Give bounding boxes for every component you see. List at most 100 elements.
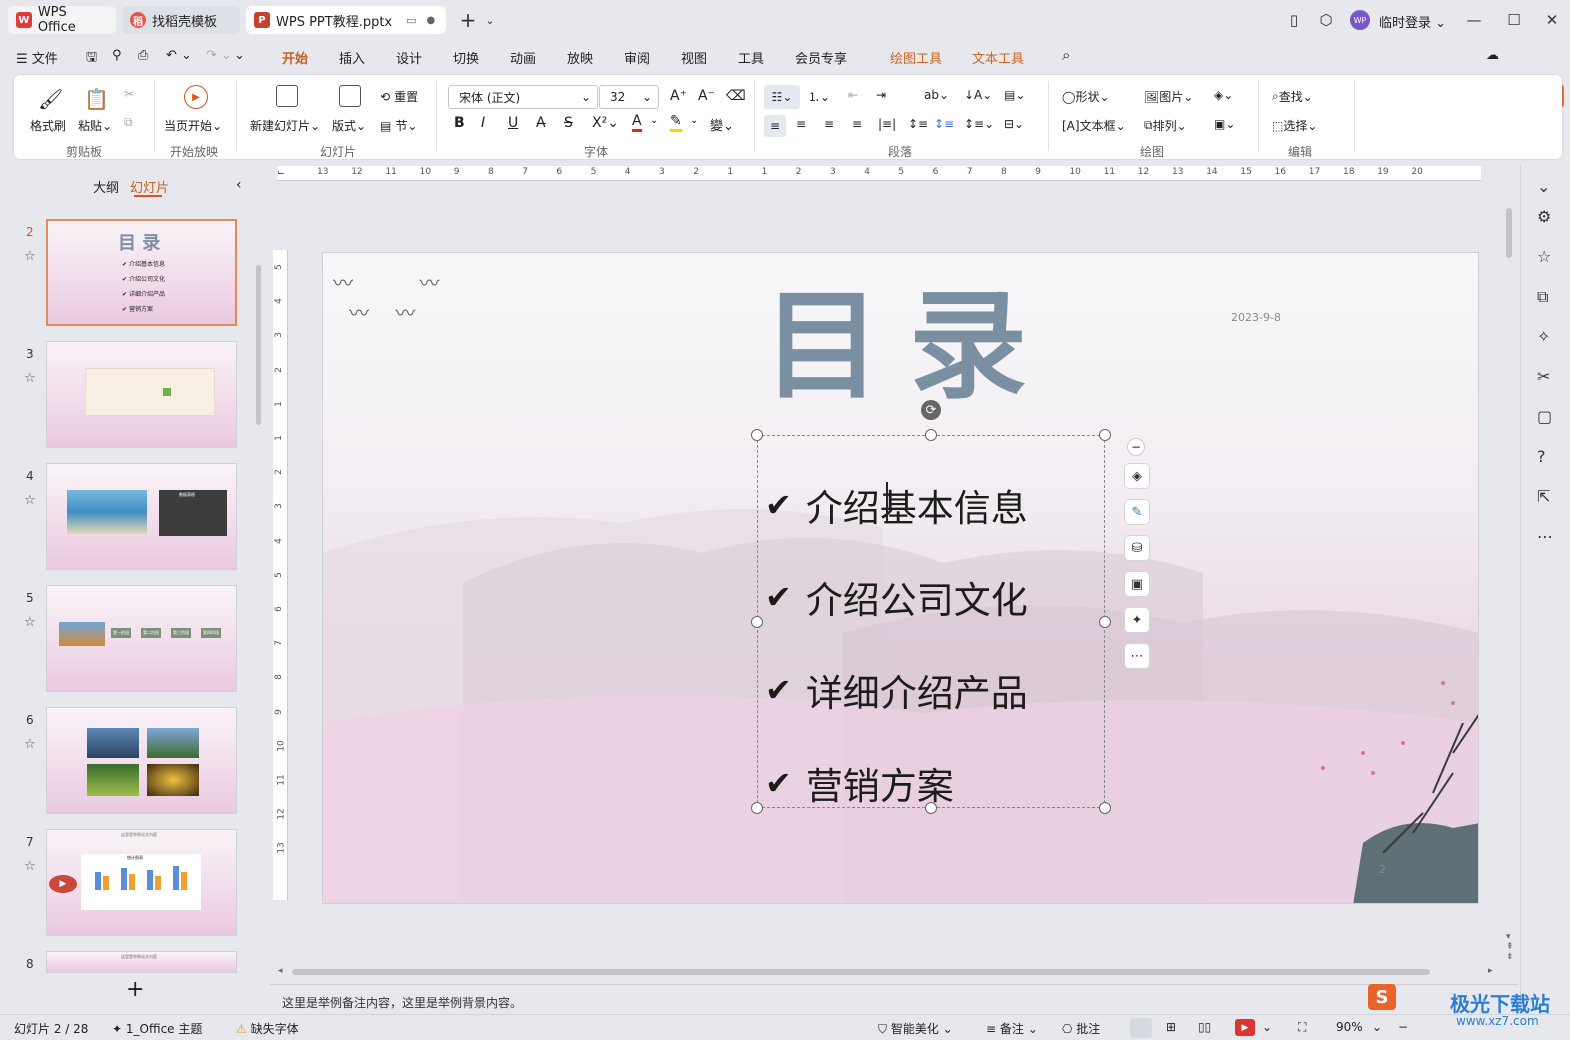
fill-icon[interactable]: ◈⌄ bbox=[1214, 88, 1233, 102]
slide-thumb-8[interactable]: 这里是举例论文内容 bbox=[46, 951, 237, 973]
tab-tools[interactable]: 工具 bbox=[738, 48, 764, 67]
align-center-icon[interactable]: ≡ bbox=[796, 117, 806, 131]
magic-wand-icon[interactable]: ✦ bbox=[1124, 607, 1150, 633]
italic-icon[interactable]: I bbox=[481, 115, 485, 131]
scroll-left-icon[interactable]: ◂ bbox=[278, 966, 283, 976]
notes-text[interactable]: 这里是举例备注内容，这里是举例背景内容。 bbox=[282, 994, 522, 1011]
align-left-icon[interactable]: ≡ bbox=[764, 115, 786, 137]
video-badge-icon[interactable]: ▶ bbox=[49, 875, 77, 893]
properties-icon[interactable]: ⚙ bbox=[1537, 207, 1551, 226]
star-icon[interactable]: ☆ bbox=[24, 859, 36, 874]
tab-slideshow[interactable]: 放映 bbox=[567, 48, 593, 67]
tab-outline[interactable]: 大纲 bbox=[93, 177, 119, 196]
comments-button[interactable]: ⎔ 批注 bbox=[1062, 1020, 1100, 1037]
strikethrough-icon[interactable]: S bbox=[564, 115, 573, 131]
fit-window-icon[interactable]: ⛶ bbox=[1298, 1020, 1306, 1035]
resize-handle[interactable] bbox=[1099, 429, 1111, 441]
share-link-icon[interactable]: ⚲ bbox=[112, 48, 122, 63]
fill-bucket-icon[interactable]: ⛁ bbox=[1124, 535, 1150, 561]
chevron-down-icon[interactable]: ⌄ bbox=[690, 115, 698, 126]
justify-icon[interactable]: ≡ bbox=[852, 117, 862, 131]
align-right-icon[interactable]: ≡ bbox=[824, 117, 834, 131]
pen-icon[interactable]: ✎ bbox=[1124, 499, 1150, 525]
play-button[interactable]: ▶ bbox=[1235, 1019, 1255, 1036]
animation-icon[interactable]: ✧ bbox=[1537, 327, 1550, 346]
more-icon[interactable]: ⋯ bbox=[1537, 527, 1553, 546]
copy-icon[interactable]: ⧉ bbox=[124, 115, 133, 130]
section-button[interactable]: ▤ 节 ⌄ bbox=[380, 117, 417, 134]
panel-scrollbar[interactable] bbox=[256, 265, 261, 425]
cut-icon[interactable]: ✂ bbox=[124, 87, 134, 101]
superscript-icon[interactable]: X²⌄ bbox=[592, 115, 619, 131]
resize-handle[interactable] bbox=[1099, 802, 1111, 814]
more-icon[interactable]: ⋯ bbox=[1124, 643, 1150, 669]
file-menu[interactable]: ☰ 文件 bbox=[16, 48, 58, 67]
resize-handle[interactable] bbox=[751, 429, 763, 441]
star-icon[interactable]: ☆ bbox=[1537, 247, 1551, 266]
arrange-button[interactable]: ⧉ 排列 ⌄ bbox=[1144, 117, 1187, 134]
tab-animation[interactable]: 动画 bbox=[510, 48, 536, 67]
toc-item[interactable]: ✔ 详细介绍产品 bbox=[765, 663, 1028, 717]
bullets-icon[interactable]: ☷⌄ bbox=[764, 85, 800, 109]
vertical-ruler[interactable]: 5 4 3 2 1 1 2 3 4 5 6 7 8 9 10 11 12 13 bbox=[273, 250, 288, 900]
star-icon[interactable]: ☆ bbox=[24, 249, 36, 264]
search-icon[interactable]: ⌕ bbox=[1062, 46, 1070, 64]
resize-handle[interactable] bbox=[1099, 616, 1111, 628]
undo-icon[interactable]: ↶ ⌄ bbox=[166, 48, 192, 63]
font-name-select[interactable]: 宋体 (正文) ⌄ bbox=[448, 85, 598, 109]
font-color-icon[interactable]: A bbox=[632, 113, 642, 132]
tab-view[interactable]: 视图 bbox=[681, 48, 707, 67]
layers-icon[interactable]: ◈ bbox=[1124, 463, 1150, 489]
scroll-right-icon[interactable]: ▸ bbox=[1488, 966, 1493, 976]
toc-item[interactable]: ✔ 介绍公司文化 bbox=[765, 570, 1028, 624]
tools-icon[interactable]: ✂ bbox=[1537, 367, 1550, 386]
reading-view-icon[interactable]: ▯▯ bbox=[1198, 1020, 1211, 1034]
slide-thumb-3[interactable] bbox=[46, 341, 237, 448]
para-spacing-icon[interactable]: ↕≡ bbox=[934, 117, 954, 131]
resize-handle[interactable] bbox=[751, 802, 763, 814]
horizontal-scrollbar[interactable] bbox=[292, 969, 1430, 975]
picture-button[interactable]: 🖼 图片 ⌄ bbox=[1144, 88, 1193, 105]
rotate-handle-icon[interactable]: ⟳ bbox=[921, 400, 941, 420]
chevron-down-icon[interactable]: ⌄ bbox=[1372, 1020, 1382, 1034]
font-size-select[interactable]: 32 ⌄ bbox=[599, 85, 659, 109]
reset-button[interactable]: ⟲ 重置 bbox=[380, 88, 418, 105]
text-fit-icon[interactable]: ⊟⌄ bbox=[1004, 117, 1024, 131]
underline-icon[interactable]: U bbox=[508, 115, 518, 131]
slide-thumb-6[interactable] bbox=[46, 707, 237, 814]
zoom-out-icon[interactable]: − bbox=[1398, 1020, 1408, 1034]
columns-icon[interactable]: ▤⌄ bbox=[1004, 88, 1025, 102]
avatar[interactable]: WP bbox=[1350, 10, 1370, 30]
outline-icon[interactable]: ▣⌄ bbox=[1214, 117, 1235, 131]
tab-member[interactable]: 会员专享 bbox=[795, 48, 847, 67]
tab-transition[interactable]: 切换 bbox=[453, 48, 479, 67]
zoom-level[interactable]: 90% bbox=[1336, 1020, 1363, 1034]
new-tab-icon[interactable]: + bbox=[456, 8, 480, 32]
scroll-page-icon[interactable]: ▾ ⇞ ⇟ bbox=[1506, 932, 1514, 962]
numbering-icon[interactable]: ⒈⌄ bbox=[808, 88, 830, 105]
increase-indent-icon[interactable]: ⇥ bbox=[876, 88, 886, 102]
clear-format-icon[interactable]: ⌫ bbox=[726, 88, 746, 104]
slide-title[interactable]: 目录 bbox=[763, 287, 1055, 405]
font-shrink-icon[interactable]: A⁻ bbox=[698, 88, 715, 104]
notes-button[interactable]: ≡ 备注 ⌄ bbox=[986, 1020, 1038, 1037]
login-button[interactable]: 临时登录 ⌄ bbox=[1379, 12, 1446, 31]
missing-font-button[interactable]: ⚠ 缺失字体 bbox=[236, 1020, 299, 1037]
resize-handle[interactable] bbox=[925, 429, 937, 441]
find-button[interactable]: ⌕ 查找 ⌄ bbox=[1272, 88, 1313, 105]
tab-docer-templates[interactable]: 稻 找稻壳模板 bbox=[122, 6, 240, 34]
print-preview-icon[interactable]: ⎙ bbox=[138, 48, 148, 63]
textbox-button[interactable]: [A] 文本框 ⌄ bbox=[1062, 117, 1126, 134]
share-icon[interactable]: ⇱ bbox=[1537, 487, 1550, 506]
tab-text-tools[interactable]: 文本工具 bbox=[972, 48, 1024, 67]
theme-button[interactable]: ✦ 1_Office 主题 bbox=[112, 1020, 202, 1037]
layout-icon[interactable]: ▯ bbox=[1282, 8, 1306, 32]
redo-icon[interactable]: ↷ ⌄ bbox=[206, 48, 232, 63]
star-icon[interactable]: ☆ bbox=[24, 615, 36, 630]
minimize-icon[interactable]: — bbox=[1462, 8, 1486, 32]
vertical-align-icon[interactable]: ↕≡⌄ bbox=[964, 117, 994, 131]
sorter-view-icon[interactable]: ⊞ bbox=[1166, 1020, 1176, 1034]
monitor-icon[interactable]: ▭ bbox=[406, 14, 416, 27]
phonetic-icon[interactable]: 變⌄ bbox=[710, 115, 734, 134]
chevron-down-icon[interactable]: ⌄ bbox=[1262, 1020, 1272, 1034]
